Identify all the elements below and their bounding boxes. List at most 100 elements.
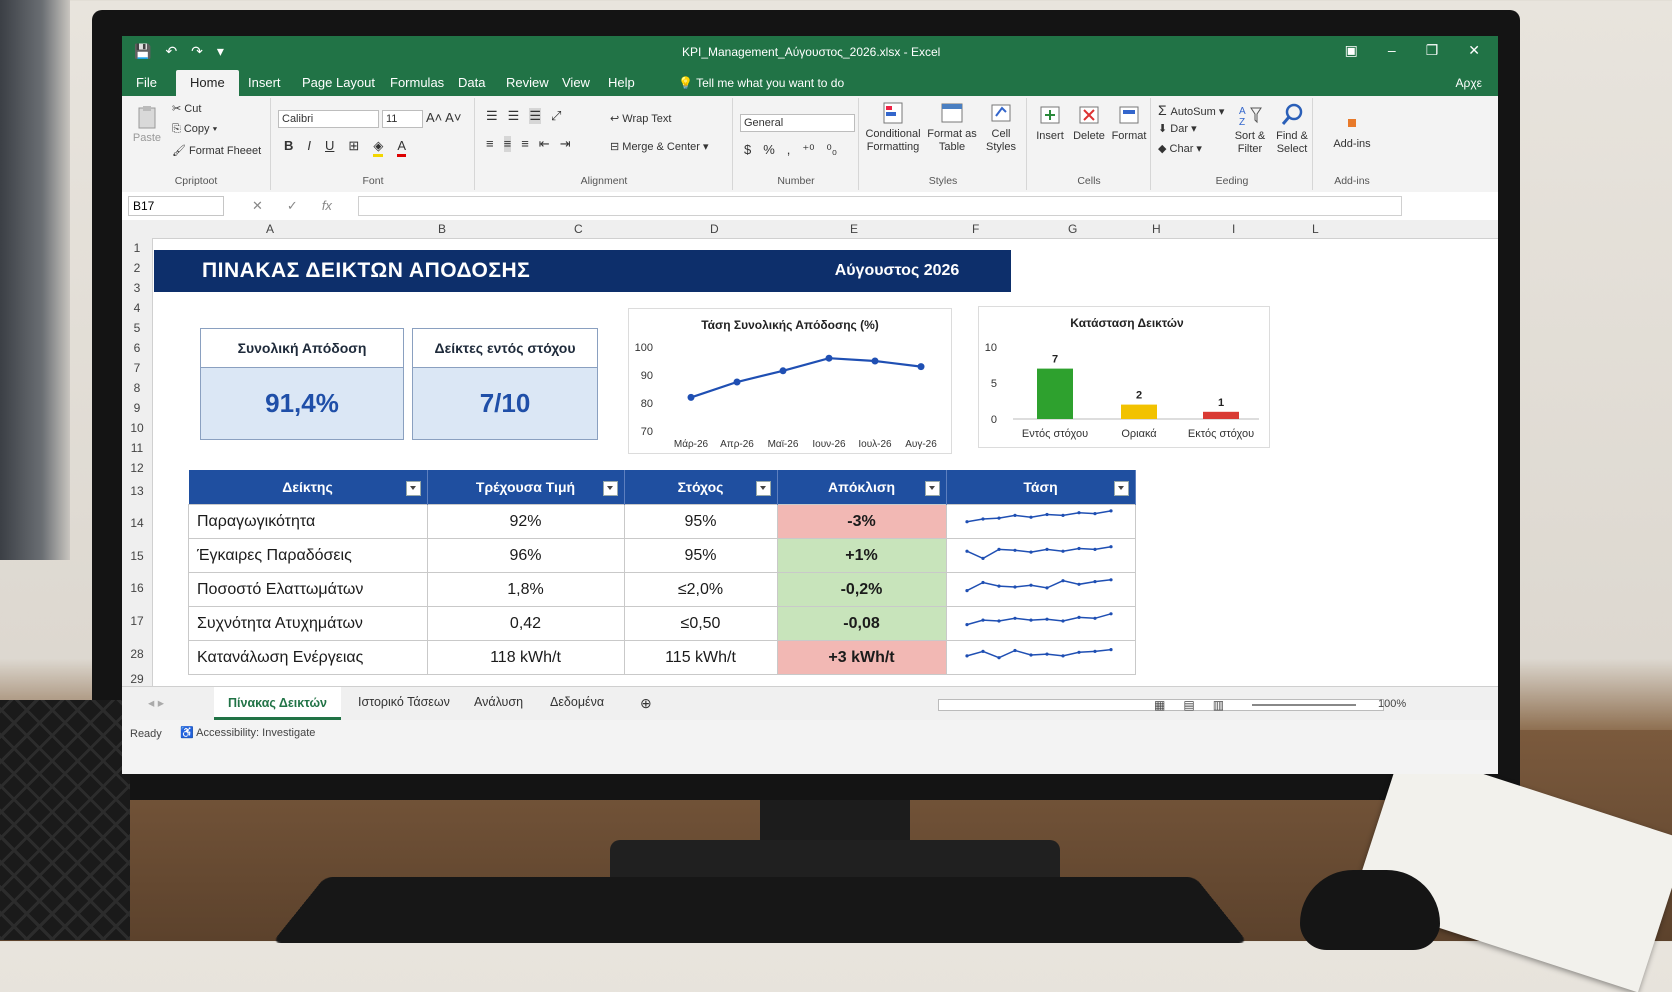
name-box[interactable]: B17: [128, 196, 224, 216]
addins-button[interactable]: Add-ins: [1322, 110, 1382, 150]
font-size-select[interactable]: 11: [382, 110, 423, 128]
tab-page-layout[interactable]: Page Layout: [302, 75, 375, 90]
wrap-text-button[interactable]: ↩ Wrap Text: [610, 112, 671, 125]
row-header[interactable]: 28: [122, 647, 152, 661]
minimize-icon[interactable]: –: [1388, 42, 1396, 59]
sheet-tab-data[interactable]: Δεδομένα: [550, 695, 604, 709]
row-header[interactable]: 1: [122, 241, 152, 255]
col-header[interactable]: D: [710, 222, 719, 236]
tab-insert[interactable]: Insert: [248, 75, 281, 90]
normal-view-icon[interactable]: ▦: [1154, 698, 1165, 712]
decrease-decimal-icon[interactable]: ⁰₀: [827, 142, 838, 158]
line-chart-box[interactable]: Τάση Συνολικής Απόδοσης (%) 100 90 80 70 Μάρ-…: [628, 308, 952, 454]
share-button[interactable]: Αρχε: [1456, 76, 1482, 90]
trend-cell[interactable]: [945, 504, 1136, 539]
filter-dropdown-icon[interactable]: [405, 481, 421, 496]
bar-chart-box[interactable]: Κατάσταση Δεικτών 10 5 0 7 Εντός στόχου 2 Οριακ…: [978, 306, 1270, 448]
maximize-icon[interactable]: ❐: [1426, 42, 1439, 59]
col-header[interactable]: C: [574, 222, 583, 236]
comma-icon[interactable]: ,: [787, 142, 791, 158]
close-icon[interactable]: ✕: [1468, 42, 1480, 59]
insert-cells-button[interactable]: Insert: [1032, 102, 1068, 142]
tab-review[interactable]: Review: [506, 75, 549, 90]
undo-icon[interactable]: ↶: [165, 43, 177, 60]
tell-me-box[interactable]: 💡 Tell me what you want to do: [678, 76, 844, 90]
target-cell[interactable]: ≤0,50: [623, 606, 778, 641]
save-icon[interactable]: 💾: [134, 43, 151, 60]
table-row[interactable]: Παραγωγικότητα 92% 95% -3%: [188, 504, 1136, 539]
tab-home[interactable]: Home: [176, 70, 239, 96]
increase-indent-icon[interactable]: ⇥: [560, 136, 571, 152]
sheet-tab-analysis[interactable]: Ανάλυση: [474, 695, 523, 709]
header-deviation[interactable]: Απόκλιση: [777, 470, 947, 505]
col-header[interactable]: G: [1068, 222, 1077, 236]
ribbon-display-icon[interactable]: ▣: [1345, 42, 1358, 59]
autosum-button[interactable]: Σ AutoSum ▾: [1158, 102, 1224, 118]
deviation-cell[interactable]: -0,08: [776, 606, 947, 641]
align-center-icon[interactable]: ≡: [503, 136, 512, 152]
number-format-select[interactable]: General: [740, 114, 855, 132]
page-layout-view-icon[interactable]: ▤: [1183, 698, 1194, 712]
filter-dropdown-icon[interactable]: [755, 481, 771, 496]
row-header[interactable]: 4: [122, 301, 152, 315]
deviation-cell[interactable]: +3 kWh/t: [776, 640, 947, 675]
currency-icon[interactable]: $: [744, 142, 751, 158]
col-header[interactable]: E: [850, 222, 858, 236]
worksheet-grid[interactable]: A B C D E F G H I L 1 2 3 4 5 6 7 8 9 10…: [122, 220, 1498, 686]
increase-decimal-icon[interactable]: ⁺⁰: [802, 142, 814, 158]
merge-center-button[interactable]: ⊟ Merge & Center ▾: [610, 140, 709, 153]
header-current[interactable]: Τρέχουσα Τιμή: [427, 470, 625, 505]
row-header[interactable]: 15: [122, 549, 152, 563]
row-header[interactable]: 10: [122, 421, 152, 435]
decrease-indent-icon[interactable]: ⇤: [539, 136, 550, 152]
row-header[interactable]: 2: [122, 261, 152, 275]
grow-font-icon[interactable]: A˄ A˅: [426, 110, 461, 125]
format-painter-button[interactable]: 🖌 Format Fheeet: [172, 144, 261, 157]
row-header[interactable]: 8: [122, 381, 152, 395]
filter-dropdown-icon[interactable]: [1113, 481, 1129, 496]
find-select-button[interactable]: Find & Select: [1272, 102, 1312, 156]
borders-icon[interactable]: ⊞: [348, 138, 359, 157]
col-header[interactable]: H: [1152, 222, 1161, 236]
row-header[interactable]: 5: [122, 321, 152, 335]
current-value-cell[interactable]: 118 kWh/t: [426, 640, 625, 675]
align-right-icon[interactable]: ≡: [521, 136, 529, 152]
cancel-icon[interactable]: ✕: [252, 198, 263, 214]
row-header[interactable]: 7: [122, 361, 152, 375]
target-cell[interactable]: 95%: [623, 504, 778, 539]
col-header[interactable]: L: [1312, 222, 1319, 236]
kpi-card-total[interactable]: Συνολική Απόδοση 91,4%: [200, 328, 404, 440]
align-middle-icon[interactable]: ☰: [508, 108, 520, 124]
redo-icon[interactable]: ↷: [191, 43, 203, 60]
trend-cell[interactable]: [945, 640, 1136, 675]
customize-qat-icon[interactable]: ▾: [217, 43, 224, 60]
row-header[interactable]: 16: [122, 581, 152, 595]
current-value-cell[interactable]: 1,8%: [426, 572, 625, 607]
insert-function-icon[interactable]: fx: [322, 198, 332, 214]
sheet-tab-history[interactable]: Ιστορικό Τάσεων: [358, 695, 450, 709]
header-target[interactable]: Στόχος: [624, 470, 778, 505]
col-header[interactable]: A: [266, 222, 274, 236]
page-break-view-icon[interactable]: ▥: [1213, 698, 1224, 712]
trend-cell[interactable]: [945, 606, 1136, 641]
filter-dropdown-icon[interactable]: [924, 481, 940, 496]
zoom-level[interactable]: 100%: [1378, 698, 1406, 710]
enter-icon[interactable]: ✓: [287, 198, 298, 214]
format-as-table-button[interactable]: Format as Table: [926, 100, 978, 154]
delete-cells-button[interactable]: Delete: [1070, 102, 1108, 142]
filter-dropdown-icon[interactable]: [602, 481, 618, 496]
clear-button[interactable]: ◆ Char ▾: [1158, 142, 1202, 155]
paste-button[interactable]: Paste: [130, 104, 164, 144]
add-sheet-icon[interactable]: ⊕: [640, 695, 652, 712]
zoom-slider[interactable]: [1252, 704, 1356, 706]
trend-cell[interactable]: [945, 538, 1136, 573]
format-cells-button[interactable]: Format: [1110, 102, 1148, 142]
prev-sheet-icon[interactable]: ◂ ▸: [148, 695, 164, 710]
target-cell[interactable]: 95%: [623, 538, 778, 573]
row-header[interactable]: 29: [122, 672, 152, 686]
tab-data[interactable]: Data: [458, 75, 485, 90]
header-trend[interactable]: Τάση: [946, 470, 1136, 505]
indicator-cell[interactable]: Κατανάλωση Ενέργειας: [188, 640, 428, 675]
table-row[interactable]: Κατανάλωση Ενέργειας 118 kWh/t 115 kWh/t +3…: [188, 640, 1136, 675]
cut-button[interactable]: ✂ Cut: [172, 102, 201, 115]
